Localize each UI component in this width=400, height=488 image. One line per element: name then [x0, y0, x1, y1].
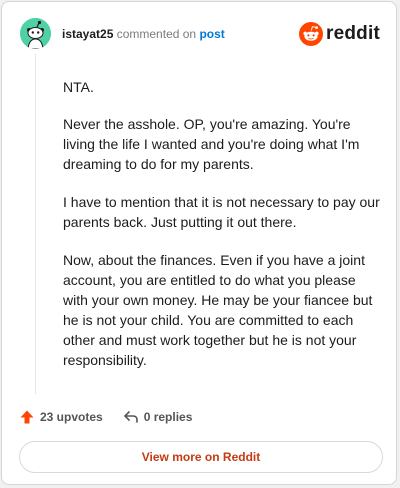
- comment-body: NTA. Never the asshole. OP, you're amazi…: [63, 77, 381, 388]
- reply-count: 0 replies: [143, 410, 193, 424]
- username[interactable]: istayat25: [62, 27, 113, 41]
- replies-button[interactable]: 0 replies: [123, 409, 193, 425]
- comment-paragraph: I have to mention that it is not necessa…: [63, 194, 380, 230]
- post-link[interactable]: post: [199, 27, 224, 41]
- upvote-button[interactable]: 23 upvotes: [19, 409, 103, 425]
- upvote-arrow-icon: [20, 410, 34, 424]
- upvote-count: 23 upvotes: [40, 410, 103, 424]
- comment-paragraph: NTA.: [63, 79, 94, 95]
- reddit-snoo-icon: [299, 22, 324, 46]
- reddit-logo[interactable]: reddit: [299, 21, 380, 47]
- comment-header: istayat25 commented on post reddit: [20, 18, 380, 54]
- view-more-on-reddit-button[interactable]: View more on Reddit: [19, 441, 383, 473]
- comment-paragraph: Never the asshole. OP, you're amazing. Y…: [63, 116, 360, 172]
- reddit-wordmark: reddit: [326, 23, 380, 44]
- snoo-avatar-icon[interactable]: [20, 18, 51, 49]
- comment-paragraph: Now, about the finances. Even if you hav…: [63, 252, 373, 368]
- comment-actions: 23 upvotes 0 replies: [19, 407, 192, 427]
- comment-meta: istayat25 commented on post: [62, 27, 225, 41]
- comment-card: istayat25 commented on post reddit NTA. …: [1, 1, 397, 485]
- reply-arrow-icon: [123, 411, 138, 423]
- thread-line: [35, 54, 36, 394]
- commented-on-text: commented on: [116, 27, 197, 41]
